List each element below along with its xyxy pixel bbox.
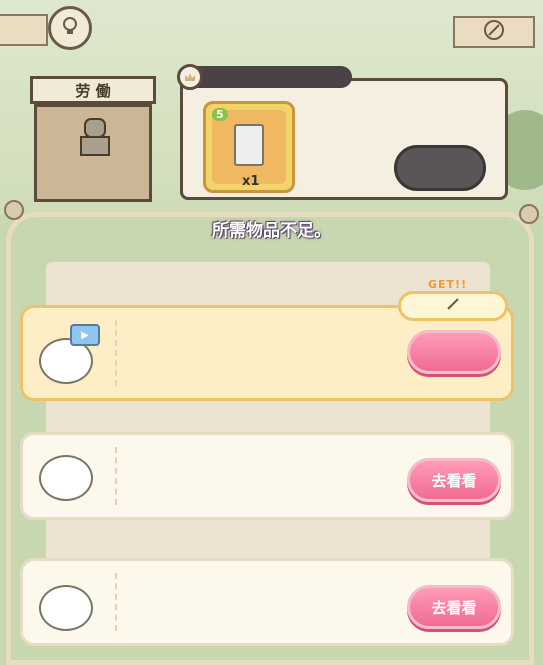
get-bubble [398,291,508,321]
video-icon: ▶ [70,324,100,346]
crown-icon [177,64,203,90]
card-quantity: x1 [242,174,260,189]
compass-button[interactable] [453,16,535,48]
compass-icon [483,19,505,45]
insufficient-items-message: 所需物品不足。 [212,221,331,241]
divider [115,573,117,631]
left-banner [0,14,48,46]
chiikawa-icon [39,455,93,501]
watch-ad-button[interactable] [407,330,501,374]
divider [115,320,117,386]
lightbulb-icon [58,14,82,42]
divider [115,447,117,505]
stall-body [34,104,152,202]
get-badge: GET!! [428,278,468,291]
reward-card[interactable]: 5 x1 [203,101,295,193]
progress-bar [180,66,352,88]
disabled-action-button[interactable] [394,145,486,191]
hachiware-icon [39,585,93,631]
star-badge: 5 [212,108,228,121]
phone-icon [234,124,264,166]
lightbulb-button[interactable] [48,6,92,50]
go-see-button[interactable]: 去看看 [407,458,501,502]
stall-sign: 劳 働 [30,76,156,104]
knight-icon [77,117,113,161]
go-see-button[interactable]: 去看看 [407,585,501,629]
labor-stall[interactable]: 劳 働 [30,76,156,202]
pencil-icon [445,296,461,316]
